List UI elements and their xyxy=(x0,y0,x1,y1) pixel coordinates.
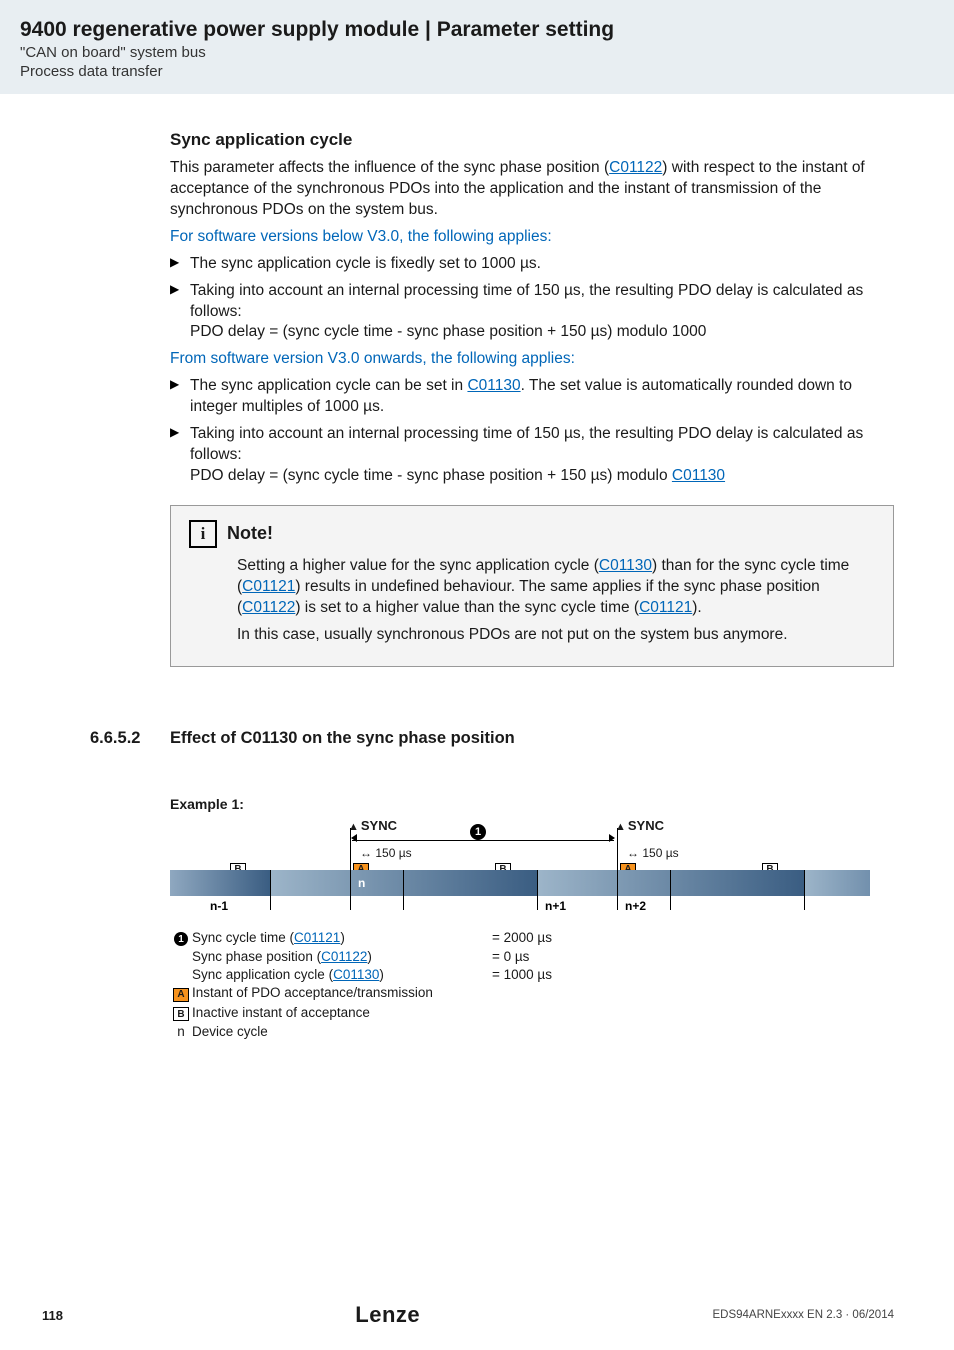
section-number: 6.6.5.2 xyxy=(90,729,170,748)
callout-1-icon: 1 xyxy=(470,824,486,840)
t150-text: 150 µs xyxy=(375,846,411,860)
tick-icon xyxy=(270,870,271,910)
link-c01130[interactable]: C01130 xyxy=(467,377,520,394)
sync-marker: SYNC xyxy=(348,818,397,833)
timing-diagram: SYNC SYNC 1 ↔ 150 µs ↔ 150 µs B A B A B xyxy=(170,818,870,918)
link-c01121[interactable]: C01121 xyxy=(242,578,295,595)
t150-text: 150 µs xyxy=(642,846,678,860)
cycle-bar xyxy=(804,870,870,896)
legend-row: Sync application cycle (C01130) = 1000 µ… xyxy=(170,967,894,982)
page-header: 9400 regenerative power supply module | … xyxy=(0,0,954,94)
diagram-legend: 1 Sync cycle time (C01121) = 2000 µs Syn… xyxy=(170,930,894,1040)
example-1: Example 1: SYNC SYNC 1 ↔ 150 µs ↔ 150 µs… xyxy=(170,796,894,1040)
legend-label-b: ) xyxy=(340,930,345,945)
legend-label: Inactive instant of acceptance xyxy=(192,1005,492,1020)
tick-icon xyxy=(350,828,351,910)
para-intro: This parameter affects the influence of … xyxy=(170,158,894,221)
link-c01122[interactable]: C01122 xyxy=(242,599,295,616)
li-formula-pre: PDO delay = (sync cycle time - sync phas… xyxy=(190,467,672,484)
cycle-bar xyxy=(170,870,270,896)
para-intro-a: This parameter affects the influence of … xyxy=(170,159,609,176)
link-c01121[interactable]: C01121 xyxy=(639,599,692,616)
note-p1-e: ). xyxy=(692,599,701,616)
section-title: Effect of C01130 on the sync phase posit… xyxy=(170,729,515,747)
callout-1-icon: 1 xyxy=(174,932,188,946)
subhead-from-v3: From software version V3.0 onwards, the … xyxy=(170,349,894,370)
tick-icon xyxy=(403,870,404,910)
legend-row: n Device cycle xyxy=(170,1024,894,1039)
li-text: Taking into account an internal processi… xyxy=(190,282,863,320)
list-item: Taking into account an internal processi… xyxy=(170,281,894,344)
cycle-label-n-1: n-1 xyxy=(210,899,228,913)
document-id: EDS94ARNExxxx EN 2.3 · 06/2014 xyxy=(712,1309,894,1321)
legend-label-a: Sync cycle time ( xyxy=(192,930,294,945)
link-c01130[interactable]: C01130 xyxy=(333,967,379,982)
header-sub1: "CAN on board" system bus xyxy=(20,44,934,61)
legend-value: = 2000 µs xyxy=(492,930,552,945)
legend-label-b: ) xyxy=(379,967,384,982)
list-from-v3: The sync application cycle can be set in… xyxy=(170,376,894,487)
li-formula: PDO delay = (sync cycle time - sync phas… xyxy=(190,323,706,340)
legend-label: Device cycle xyxy=(192,1024,492,1039)
legend-label-b: ) xyxy=(367,949,372,964)
link-c01130[interactable]: C01130 xyxy=(599,557,652,574)
page-number: 118 xyxy=(42,1308,63,1323)
legend-symbol-n: n xyxy=(170,1024,192,1039)
info-icon: i xyxy=(189,520,217,548)
header-sub2: Process data transfer xyxy=(20,63,934,80)
sync-marker: SYNC xyxy=(615,818,664,833)
list-item: The sync application cycle is fixedly se… xyxy=(170,254,894,275)
list-item: Taking into account an internal processi… xyxy=(170,424,894,487)
subhead-below-v3: For software versions below V3.0, the fo… xyxy=(170,227,894,248)
note-p1-d: ) is set to a higher value than the sync… xyxy=(295,599,639,616)
legend-label-a: Sync phase position ( xyxy=(192,949,321,964)
legend-row: B Inactive instant of acceptance xyxy=(170,1005,894,1022)
tick-icon xyxy=(804,870,805,910)
cycle-label-n+1: n+1 xyxy=(545,899,566,913)
link-c01130[interactable]: C01130 xyxy=(672,467,725,484)
link-c01122[interactable]: C01122 xyxy=(609,159,662,176)
legend-row: A Instant of PDO acceptance/transmission xyxy=(170,985,894,1002)
cycle-label-n: n xyxy=(358,876,365,890)
marker-a-icon: A xyxy=(173,988,189,1002)
example-label: Example 1: xyxy=(170,796,894,812)
page-footer: 118 Lenze EDS94ARNExxxx EN 2.3 · 06/2014 xyxy=(0,1302,954,1328)
tick-icon xyxy=(617,828,618,910)
note-p1-a: Setting a higher value for the sync appl… xyxy=(237,557,599,574)
li-text: Taking into account an internal processi… xyxy=(190,425,863,463)
note-box: i Note! Setting a higher value for the s… xyxy=(170,505,894,667)
note-body: Setting a higher value for the sync appl… xyxy=(189,556,875,646)
link-c01122[interactable]: C01122 xyxy=(321,949,367,964)
cycle-label-n+2: n+2 xyxy=(625,899,646,913)
link-c01121[interactable]: C01121 xyxy=(294,930,340,945)
legend-value: = 0 µs xyxy=(492,949,529,964)
legend-label: Instant of PDO acceptance/transmission xyxy=(192,985,492,1000)
tick-icon xyxy=(537,870,538,910)
note-title: Note! xyxy=(227,523,273,544)
list-below-v3: The sync application cycle is fixedly se… xyxy=(170,254,894,344)
lenze-logo: Lenze xyxy=(355,1302,420,1328)
li-text-a: The sync application cycle can be set in xyxy=(190,377,467,394)
legend-value: = 1000 µs xyxy=(492,967,552,982)
legend-row: 1 Sync cycle time (C01121) = 2000 µs xyxy=(170,930,894,947)
header-title: 9400 regenerative power supply module | … xyxy=(20,18,934,42)
section-sync-app-cycle-heading: Sync application cycle xyxy=(170,130,894,150)
legend-label-a: Sync application cycle ( xyxy=(192,967,333,982)
legend-row: Sync phase position (C01122) = 0 µs xyxy=(170,949,894,964)
t150-label: ↔ 150 µs xyxy=(360,846,412,860)
list-item: The sync application cycle can be set in… xyxy=(170,376,894,418)
section-6-6-5-2-heading: 6.6.5.2Effect of C01130 on the sync phas… xyxy=(90,729,894,748)
tick-icon xyxy=(670,870,671,910)
t150-label: ↔ 150 µs xyxy=(627,846,679,860)
note-p2: In this case, usually synchronous PDOs a… xyxy=(237,625,875,646)
marker-b-icon: B xyxy=(173,1007,189,1021)
